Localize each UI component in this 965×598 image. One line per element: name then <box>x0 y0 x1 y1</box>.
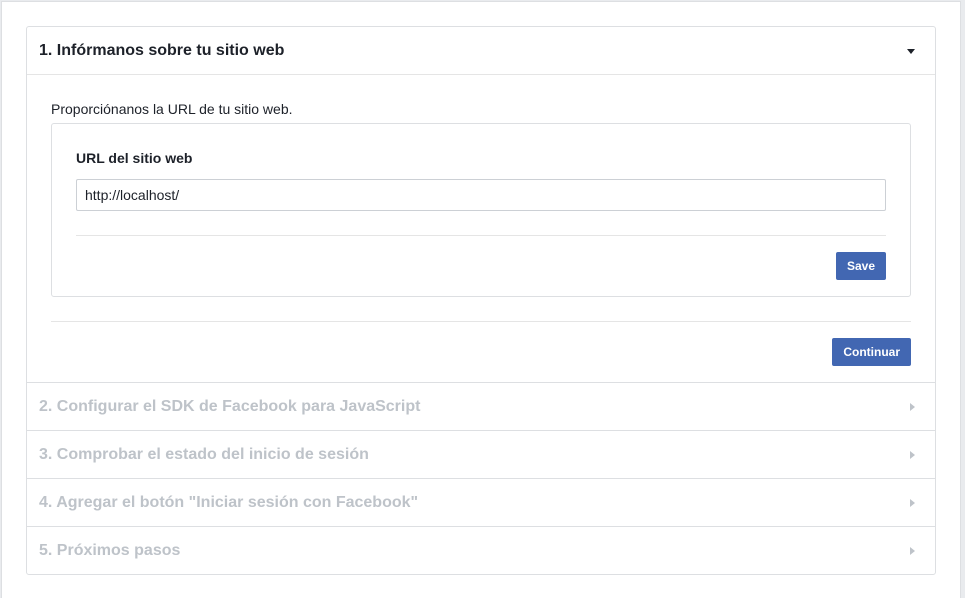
caret-right-icon <box>910 498 915 507</box>
step-1-button-row: Continuar <box>51 338 911 366</box>
step-1-intro: Proporciónanos la URL de tu sitio web. <box>51 101 293 117</box>
step-3: 3. Comprobar el estado del inicio de ses… <box>27 430 935 478</box>
website-url-label: URL del sitio web <box>76 150 193 166</box>
step-2: 2. Configurar el SDK de Facebook para Ja… <box>27 382 935 430</box>
save-button[interactable]: Save <box>835 252 886 280</box>
caret-right-icon <box>910 546 915 555</box>
step-1-divider <box>51 321 911 322</box>
step-1-body: Proporciónanos la URL de tu sitio web. U… <box>27 75 935 382</box>
step-3-header[interactable]: 3. Comprobar el estado del inicio de ses… <box>27 431 935 478</box>
page: 1. Infórmanos sobre tu sitio web Proporc… <box>1 1 961 598</box>
step-2-header[interactable]: 2. Configurar el SDK de Facebook para Ja… <box>27 383 935 430</box>
step-5: 5. Próximos pasos <box>27 526 935 574</box>
step-3-title: 3. Comprobar el estado del inicio de ses… <box>39 445 369 463</box>
step-1: 1. Infórmanos sobre tu sitio web Proporc… <box>27 27 935 382</box>
setup-steps-accordion: 1. Infórmanos sobre tu sitio web Proporc… <box>26 26 936 575</box>
website-url-input[interactable] <box>76 179 886 211</box>
step-4: 4. Agregar el botón "Iniciar sesión con … <box>27 478 935 526</box>
caret-right-icon <box>910 402 915 411</box>
step-5-header[interactable]: 5. Próximos pasos <box>27 527 935 574</box>
step-1-title: 1. Infórmanos sobre tu sitio web <box>39 41 285 59</box>
step-4-title: 4. Agregar el botón "Iniciar sesión con … <box>39 493 419 511</box>
caret-down-icon <box>907 49 915 54</box>
card-divider <box>76 235 886 236</box>
step-1-header[interactable]: 1. Infórmanos sobre tu sitio web <box>27 27 935 75</box>
step-2-title: 2. Configurar el SDK de Facebook para Ja… <box>39 397 421 415</box>
continue-button[interactable]: Continuar <box>832 338 911 366</box>
caret-right-icon <box>910 450 915 459</box>
step-4-header[interactable]: 4. Agregar el botón "Iniciar sesión con … <box>27 479 935 526</box>
website-url-card: URL del sitio web Save <box>51 123 911 297</box>
card-button-row: Save <box>76 252 886 280</box>
step-5-title: 5. Próximos pasos <box>39 541 181 559</box>
